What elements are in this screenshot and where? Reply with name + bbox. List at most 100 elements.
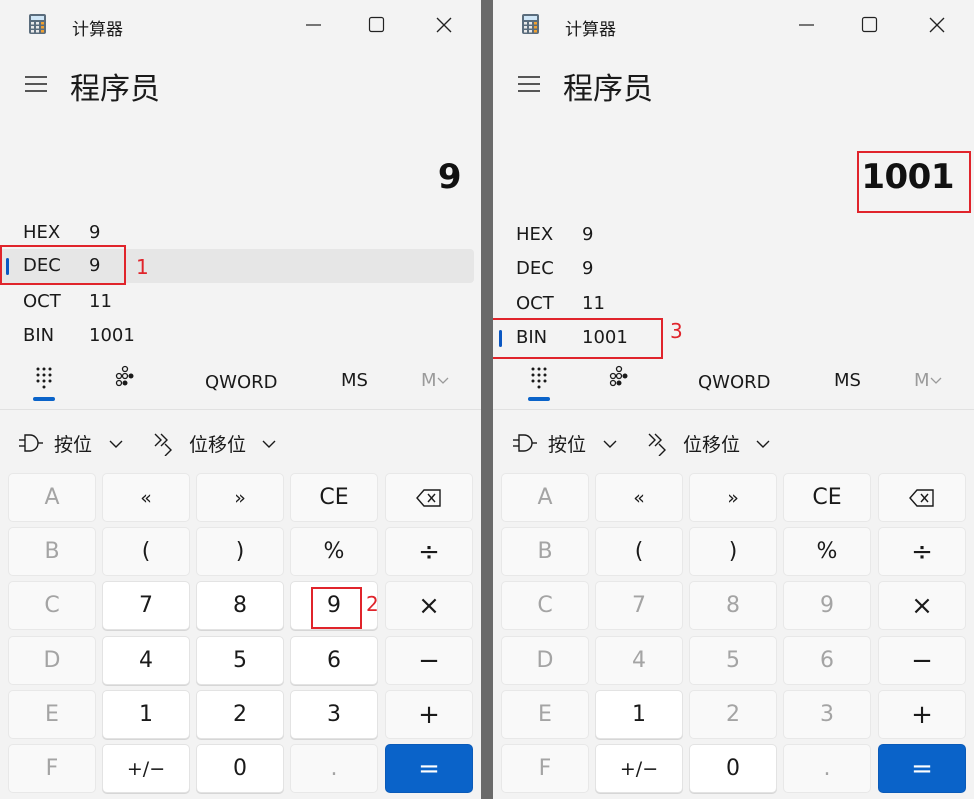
logic-gate-icon: [513, 434, 537, 452]
key-hex-b[interactable]: B: [501, 527, 589, 576]
memory-store-button[interactable]: MS: [341, 370, 368, 391]
key-4[interactable]: 4: [595, 636, 683, 685]
navigation-menu-icon[interactable]: [24, 74, 48, 94]
radix-value: 9: [89, 222, 101, 243]
key-hex-c[interactable]: C: [8, 581, 96, 630]
key-2[interactable]: 2: [196, 690, 284, 739]
key-clear-entry[interactable]: CE: [783, 473, 871, 522]
bit-toggle-keypad-tab-icon[interactable]: [607, 364, 631, 394]
key-8[interactable]: 8: [196, 581, 284, 630]
key-hex-d[interactable]: D: [501, 636, 589, 685]
key-equals[interactable]: =: [385, 744, 473, 793]
key-1[interactable]: 1: [595, 690, 683, 739]
maximize-icon[interactable]: [362, 10, 392, 40]
radix-row-dec[interactable]: DEC 9: [493, 252, 967, 286]
chevron-down-icon: [437, 377, 448, 384]
annotation-box-3: [493, 318, 663, 359]
key-subtract[interactable]: −: [878, 636, 966, 685]
radix-name: OCT: [23, 291, 61, 312]
key-6[interactable]: 6: [290, 636, 378, 685]
close-icon[interactable]: [429, 10, 459, 40]
key-clear-entry[interactable]: CE: [290, 473, 378, 522]
key-backspace[interactable]: [878, 473, 966, 522]
key-2[interactable]: 2: [689, 690, 777, 739]
memory-store-button[interactable]: MS: [834, 370, 861, 391]
key-close-paren[interactable]: ): [196, 527, 284, 576]
key-backspace[interactable]: [385, 473, 473, 522]
key-modulo[interactable]: %: [783, 527, 871, 576]
window-title: 计算器: [565, 20, 616, 40]
bitwise-dropdown[interactable]: 按位: [512, 430, 624, 458]
key-5[interactable]: 5: [196, 636, 284, 685]
key-negate[interactable]: +/−: [595, 744, 683, 793]
key-3[interactable]: 3: [783, 690, 871, 739]
key-add[interactable]: +: [878, 690, 966, 739]
word-size-button[interactable]: QWORD: [205, 372, 278, 393]
key-negate[interactable]: +/−: [102, 744, 190, 793]
key-divide[interactable]: ÷: [878, 527, 966, 576]
navigation-menu-icon[interactable]: [517, 74, 541, 94]
key-divide[interactable]: ÷: [385, 527, 473, 576]
chevron-down-icon: [262, 440, 276, 448]
key-modulo[interactable]: %: [290, 527, 378, 576]
key-7[interactable]: 7: [102, 581, 190, 630]
chevron-down-icon: [930, 377, 941, 384]
minimize-icon[interactable]: [299, 10, 329, 40]
calculator-window-left: 计算器 程序员 9 HEX 9 DEC 9 OCT 11 BIN 1001 1: [0, 0, 481, 799]
key-hex-a[interactable]: A: [501, 473, 589, 522]
memory-view-button[interactable]: M: [421, 370, 449, 391]
key-0[interactable]: 0: [689, 744, 777, 793]
key-hex-f[interactable]: F: [501, 744, 589, 793]
key-hex-e[interactable]: E: [8, 690, 96, 739]
key-6[interactable]: 6: [783, 636, 871, 685]
radix-row-hex[interactable]: HEX 9: [493, 218, 967, 252]
bitshift-dropdown[interactable]: 位移位: [647, 430, 779, 458]
key-add[interactable]: +: [385, 690, 473, 739]
key-8[interactable]: 8: [689, 581, 777, 630]
key-9[interactable]: 9: [783, 581, 871, 630]
radix-row-oct[interactable]: OCT 11: [493, 287, 967, 321]
key-hex-d[interactable]: D: [8, 636, 96, 685]
annotation-box-display: [857, 151, 971, 213]
close-icon[interactable]: [922, 10, 952, 40]
key-equals[interactable]: =: [878, 744, 966, 793]
key-decimal[interactable]: .: [783, 744, 871, 793]
key-5[interactable]: 5: [689, 636, 777, 685]
full-keypad-tab-icon[interactable]: [526, 364, 552, 404]
key-left-shift[interactable]: «: [595, 473, 683, 522]
key-4[interactable]: 4: [102, 636, 190, 685]
key-right-shift[interactable]: »: [196, 473, 284, 522]
key-open-paren[interactable]: (: [595, 527, 683, 576]
word-size-button[interactable]: QWORD: [698, 372, 771, 393]
key-0[interactable]: 0: [196, 744, 284, 793]
key-hex-b[interactable]: B: [8, 527, 96, 576]
radix-name: OCT: [516, 293, 554, 314]
radix-row-oct[interactable]: OCT 11: [0, 285, 474, 319]
chevron-down-icon: [603, 440, 617, 448]
key-left-shift[interactable]: «: [102, 473, 190, 522]
radix-row-bin[interactable]: BIN 1001: [0, 319, 474, 353]
key-1[interactable]: 1: [102, 690, 190, 739]
key-hex-f[interactable]: F: [8, 744, 96, 793]
key-hex-e[interactable]: E: [501, 690, 589, 739]
memory-view-button[interactable]: M: [914, 370, 942, 391]
minimize-icon[interactable]: [792, 10, 822, 40]
key-3[interactable]: 3: [290, 690, 378, 739]
bitshift-dropdown[interactable]: 位移位: [153, 430, 285, 458]
key-hex-c[interactable]: C: [501, 581, 589, 630]
key-right-shift[interactable]: »: [689, 473, 777, 522]
bit-toggle-keypad-tab-icon[interactable]: [113, 364, 137, 394]
key-hex-a[interactable]: A: [8, 473, 96, 522]
key-close-paren[interactable]: ): [689, 527, 777, 576]
window-title: 计算器: [72, 20, 123, 40]
key-7[interactable]: 7: [595, 581, 683, 630]
bitwise-dropdown[interactable]: 按位: [18, 430, 130, 458]
key-multiply[interactable]: ×: [878, 581, 966, 630]
annotation-label-3: 3: [670, 319, 683, 343]
maximize-icon[interactable]: [855, 10, 885, 40]
key-open-paren[interactable]: (: [102, 527, 190, 576]
key-subtract[interactable]: −: [385, 636, 473, 685]
key-multiply[interactable]: ×: [385, 581, 473, 630]
full-keypad-tab-icon[interactable]: [31, 364, 57, 404]
key-decimal[interactable]: .: [290, 744, 378, 793]
